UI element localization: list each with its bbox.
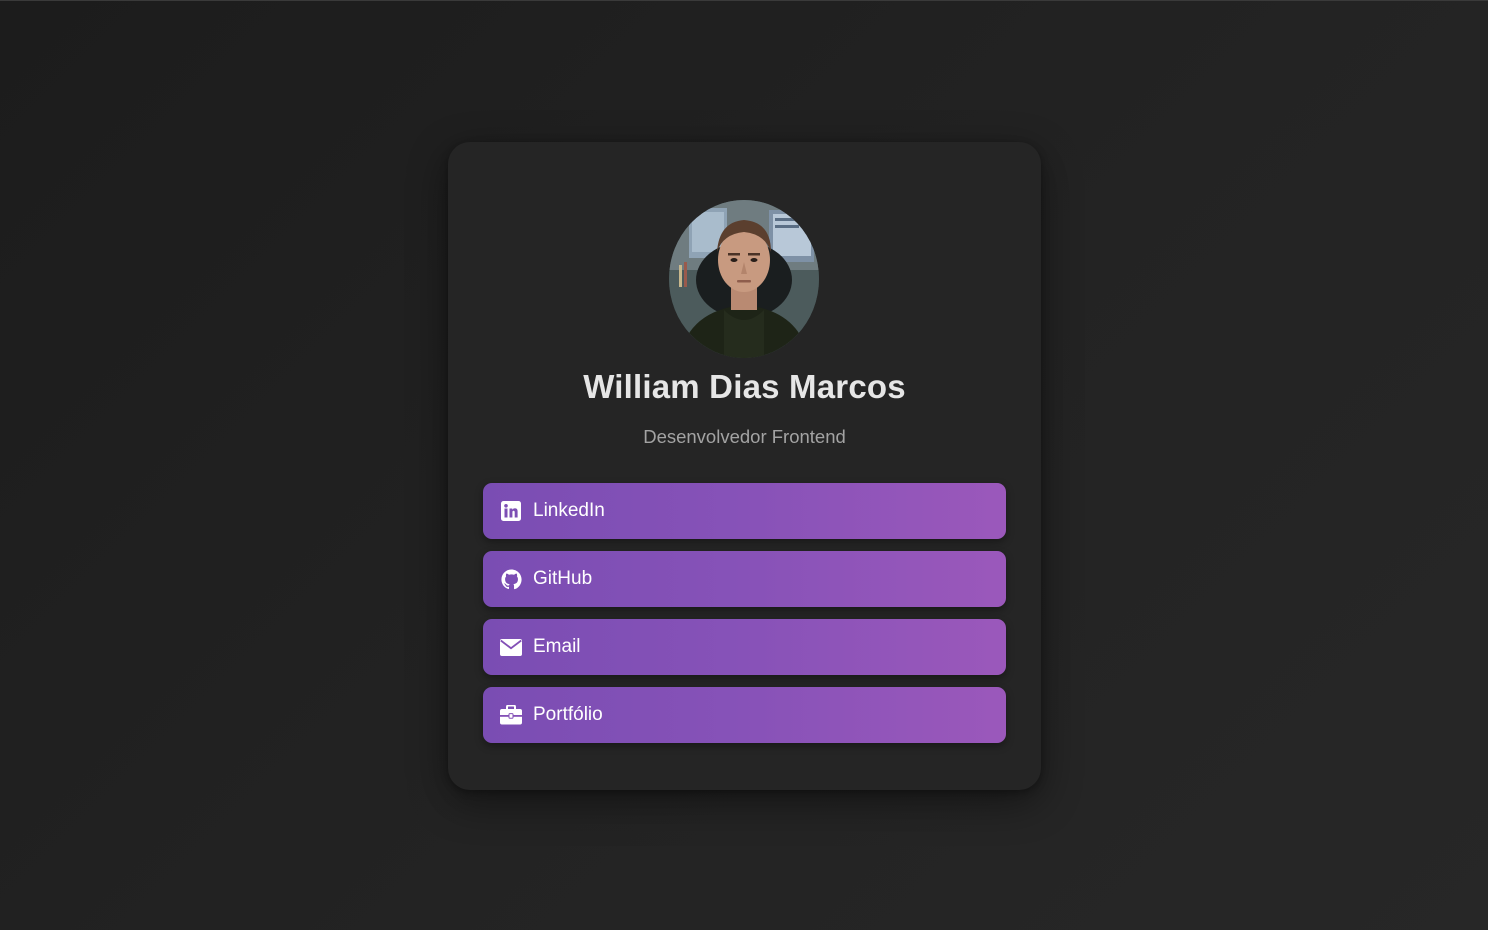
avatar-photo [669,200,819,358]
profile-name: William Dias Marcos [583,368,906,405]
github-icon [500,568,522,590]
portfolio-label: Portfólio [533,704,603,725]
github-label: GitHub [533,568,593,589]
linkedin-icon [500,500,522,522]
portfolio-button[interactable]: Portfólio [483,687,1006,743]
top-border [0,0,1488,1]
envelope-icon [500,636,522,658]
github-button[interactable]: GitHub [483,551,1006,607]
avatar [669,200,819,358]
linkedin-label: LinkedIn [533,500,605,521]
email-label: Email [533,636,581,657]
profile-card: William Dias Marcos Desenvolvedor Fronte… [448,142,1041,790]
profile-title: Desenvolvedor Frontend [643,426,846,447]
linkedin-button[interactable]: LinkedIn [483,483,1006,539]
email-button[interactable]: Email [483,619,1006,675]
links-list: LinkedIn GitHub Email Portfólio [483,483,1006,755]
briefcase-icon [500,704,522,726]
